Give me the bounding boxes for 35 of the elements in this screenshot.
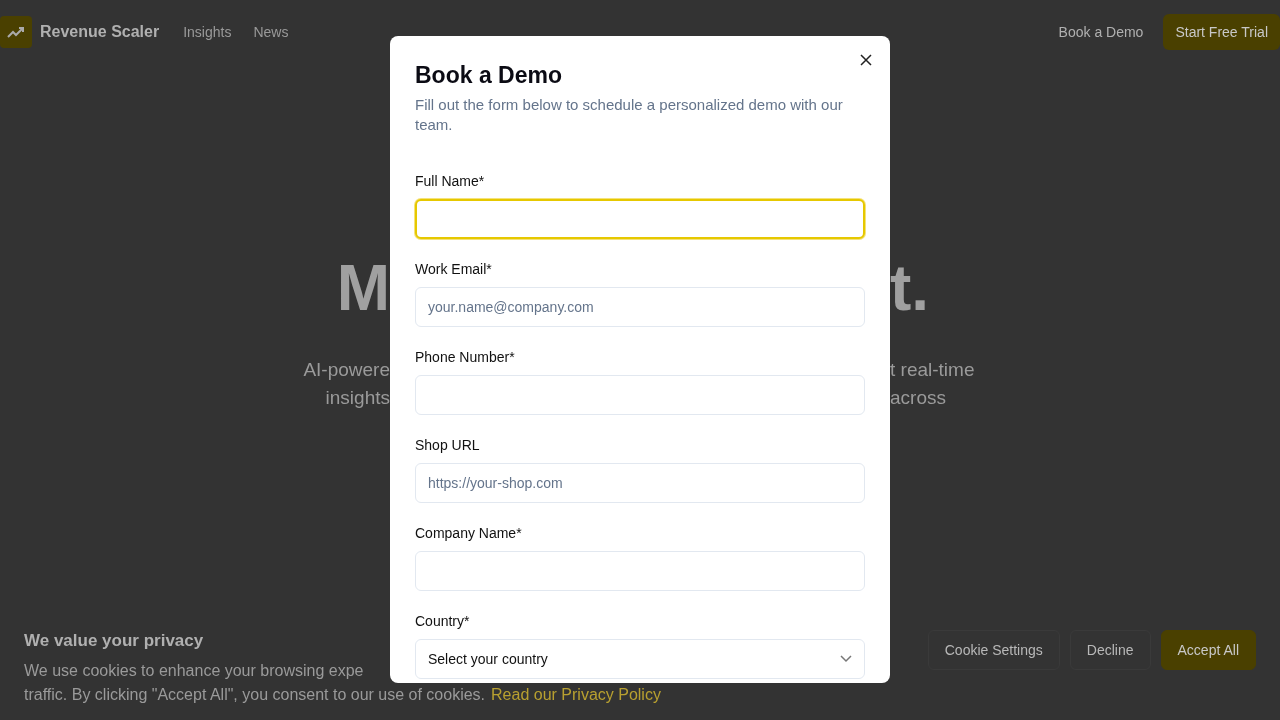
start-trial-button[interactable]: Start Free Trial — [1163, 14, 1280, 50]
cookie-text: We use cookies to enhance your browsing expe — [24, 661, 364, 681]
nav-link[interactable]: Insights — [183, 24, 232, 40]
hero-text-fragment: across — [890, 386, 946, 410]
book-demo-link[interactable]: Book a Demo — [1058, 24, 1144, 40]
dialog-title: Book a Demo — [415, 62, 563, 89]
cookie-button[interactable]: Cookie Settings — [927, 630, 1060, 670]
hero-heading-fragment: M — [336, 256, 390, 326]
field-label: Work Email* — [415, 260, 493, 279]
chevron-down-icon — [840, 655, 852, 663]
privacy-policy-link[interactable]: Read our Privacy Policy — [491, 683, 661, 707]
country-select[interactable]: Select your country — [415, 639, 865, 679]
dialog-description: Fill out the form below to schedule a personalized demo with our team. — [415, 95, 844, 135]
brand-name[interactable]: Revenue Scaler — [40, 23, 160, 41]
cookie-button[interactable]: Accept All — [1160, 630, 1256, 670]
close-icon[interactable] — [860, 54, 872, 66]
field-label: Full Name* — [415, 172, 486, 191]
input-field[interactable]: https://your-shop.com — [415, 463, 865, 503]
cookie-text: traffic. By clicking "Accept All", you consent to our use of cookies. — [24, 685, 486, 705]
trending-up-icon — [0, 16, 32, 48]
input-field[interactable]: your.name@company.com — [415, 287, 865, 327]
field-label: Shop URL — [415, 436, 481, 455]
nav-link[interactable]: News — [253, 24, 289, 40]
cookie-button[interactable]: Decline — [1069, 630, 1151, 670]
input-field[interactable] — [415, 199, 865, 239]
input-field[interactable] — [415, 551, 865, 591]
hero-heading-fragment: t. — [890, 256, 930, 326]
cookie-title: We value your privacy — [24, 631, 204, 651]
field-label: Company Name* — [415, 524, 523, 543]
field-label: Country* — [415, 612, 471, 631]
field-label: Phone Number* — [415, 348, 516, 367]
input-field[interactable] — [415, 375, 865, 415]
hero-text-fragment: insights — [325, 386, 390, 410]
hero-text-fragment: AI-powere — [303, 358, 390, 382]
hero-text-fragment: t real-time — [890, 358, 975, 382]
